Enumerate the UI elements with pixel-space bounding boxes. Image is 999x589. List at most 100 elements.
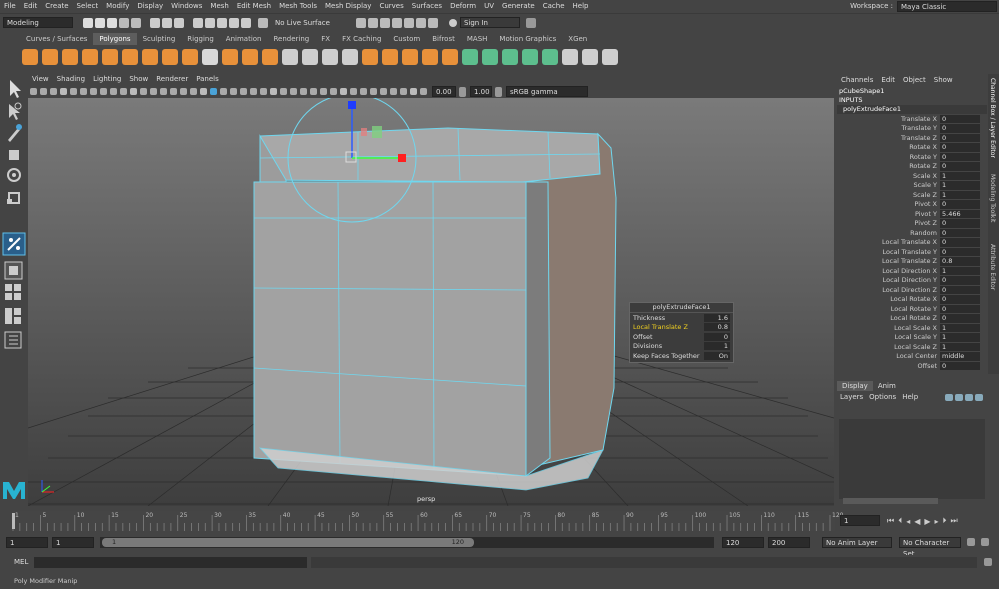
menu-curves[interactable]: Curves [375,0,407,13]
shelf-tool-icon[interactable] [282,49,298,65]
shelf-tool-icon[interactable] [522,49,538,65]
new-layer-selected-icon[interactable] [955,393,963,401]
menu-cache[interactable]: Cache [539,0,569,13]
shelf-tab-curves-surfaces[interactable]: Curves / Surfaces [20,33,93,45]
menu-deform[interactable]: Deform [446,0,480,13]
render-view-icon[interactable] [403,17,414,28]
channel-value[interactable]: middle [940,352,980,361]
ipr-render-icon[interactable] [367,17,378,28]
outliner-layout-icon[interactable] [4,331,22,349]
panel-tool-icon[interactable] [49,88,57,95]
node-name[interactable]: polyExtrudeFace1 [837,105,987,114]
channel-value[interactable]: 1 [940,171,980,180]
channel-row[interactable]: Local Scale Z1 [837,342,987,352]
channel-row[interactable]: Local Direction Y0 [837,276,987,286]
layer-tab-display[interactable]: Display [837,381,873,391]
shelf-tool-icon[interactable] [422,49,438,65]
channel-value[interactable]: 0 [940,276,980,285]
scale-tool-icon[interactable] [7,192,20,204]
menu-help[interactable]: Help [569,0,593,13]
channel-value[interactable]: 0 [940,162,980,171]
menu-generate[interactable]: Generate [498,0,539,13]
panel-tool-icon[interactable] [189,88,197,95]
end-time-field[interactable]: 200 [768,537,810,548]
panel-tool-icon[interactable] [69,88,77,95]
channel-menu-edit[interactable]: Edit [877,76,899,84]
hud-value[interactable]: On [704,351,730,360]
channel-row[interactable]: Rotate Y0 [837,152,987,162]
shelf-tool-icon[interactable] [182,49,198,65]
panel-tool-icon[interactable] [219,88,227,95]
channel-row[interactable]: Translate Y0 [837,124,987,134]
panel-tool-icon[interactable] [399,88,407,95]
range-handle[interactable]: 1 120 [102,538,474,547]
play-backward-icon[interactable]: ◀ [914,517,920,526]
shelf-tab-rendering[interactable]: Rendering [267,33,315,45]
panel-tool-icon[interactable] [379,88,387,95]
playback-end-field[interactable]: 120 [722,537,764,548]
snap-curve-icon[interactable] [205,17,215,28]
snap-point-icon[interactable] [217,17,227,28]
panel-menu-renderer[interactable]: Renderer [152,74,192,85]
channel-row[interactable]: Translate X0 [837,114,987,124]
range-track[interactable]: 1 120 [100,537,714,548]
shelf-tool-icon[interactable] [322,49,338,65]
live-surface-icon[interactable] [258,17,268,28]
channel-row[interactable]: Local Rotate X0 [837,295,987,305]
layer-scrollbar[interactable] [843,498,938,504]
select-tool-icon[interactable] [10,80,21,98]
new-layer-icon[interactable] [945,393,953,401]
shelf-tool-icon[interactable] [382,49,398,65]
channel-value[interactable]: 0 [940,247,980,256]
panel-tool-icon[interactable] [169,88,177,95]
shelf-tab-bifrost[interactable]: Bifrost [426,33,461,45]
menu-display[interactable]: Display [133,0,167,13]
anim-layer-dropdown[interactable]: No Anim Layer [822,537,892,548]
panel-menu-shading[interactable]: Shading [53,74,89,85]
rotate-tool-icon[interactable] [7,168,21,182]
panel-tool-icon[interactable] [119,88,127,95]
step-forward-key-icon[interactable]: ⏵ [943,516,947,526]
panel-tool-icon[interactable] [319,88,327,95]
shelf-tab-custom[interactable]: Custom [387,33,426,45]
shelf-tool-icon[interactable] [482,49,498,65]
snap-view-icon[interactable] [229,17,239,28]
panel-tool-icon[interactable] [409,88,417,95]
channel-row[interactable]: Local Direction Z0 [837,285,987,295]
paint-select-icon[interactable] [8,124,22,142]
layer-list[interactable] [839,419,985,499]
undo-icon[interactable] [119,17,129,28]
shelf-tool-icon[interactable] [242,49,258,65]
channel-row[interactable]: Offset 0 [837,361,987,371]
channel-value[interactable]: 0 [940,285,980,294]
channel-row[interactable]: Translate Z0 [837,133,987,143]
time-slider[interactable]: 1 5 10 15 20 25 30 35 40 45 50 55 60 65 70 75 80 85 90 95 10… [0,511,999,531]
anim-prefs-icon[interactable] [981,538,989,546]
play-forward-icon[interactable]: ▶ [924,517,930,526]
layer-menu-help[interactable]: Help [899,393,921,401]
character-set-dropdown[interactable]: No Character Set [899,537,961,558]
panel-tool-icon[interactable] [59,88,67,95]
layer-tab-anim[interactable]: Anim [873,381,901,391]
lasso-tool-icon[interactable] [9,102,22,120]
menu-edit-mesh[interactable]: Edit Mesh [233,0,275,13]
mode-dropdown[interactable]: Modeling [3,17,73,28]
shelf-tab-fx[interactable]: FX [315,33,336,45]
shelf-tool-icon[interactable] [402,49,418,65]
panel-tool-icon[interactable] [139,88,147,95]
two-view-icon[interactable] [5,308,21,324]
single-view-icon[interactable] [4,261,23,280]
channel-value[interactable]: 5.466 [940,209,980,218]
shelf-tool-icon[interactable] [62,49,78,65]
hud-row-local-translate-z[interactable]: Local Translate Z 0.8 [630,323,733,333]
panel-tool-icon[interactable] [99,88,107,95]
panel-tool-icon[interactable] [339,88,347,95]
menu-surfaces[interactable]: Surfaces [408,0,446,13]
channel-row[interactable]: Pivot Z0 [837,219,987,229]
channel-value[interactable]: 0 [940,133,980,142]
panel-tool-icon[interactable] [279,88,287,95]
step-forward-frame-icon[interactable]: ▸ [935,517,939,526]
shelf-tab-xgen[interactable]: XGen [562,33,593,45]
snap-grid-icon[interactable] [193,17,203,28]
panel-tool-icon[interactable] [89,88,97,95]
